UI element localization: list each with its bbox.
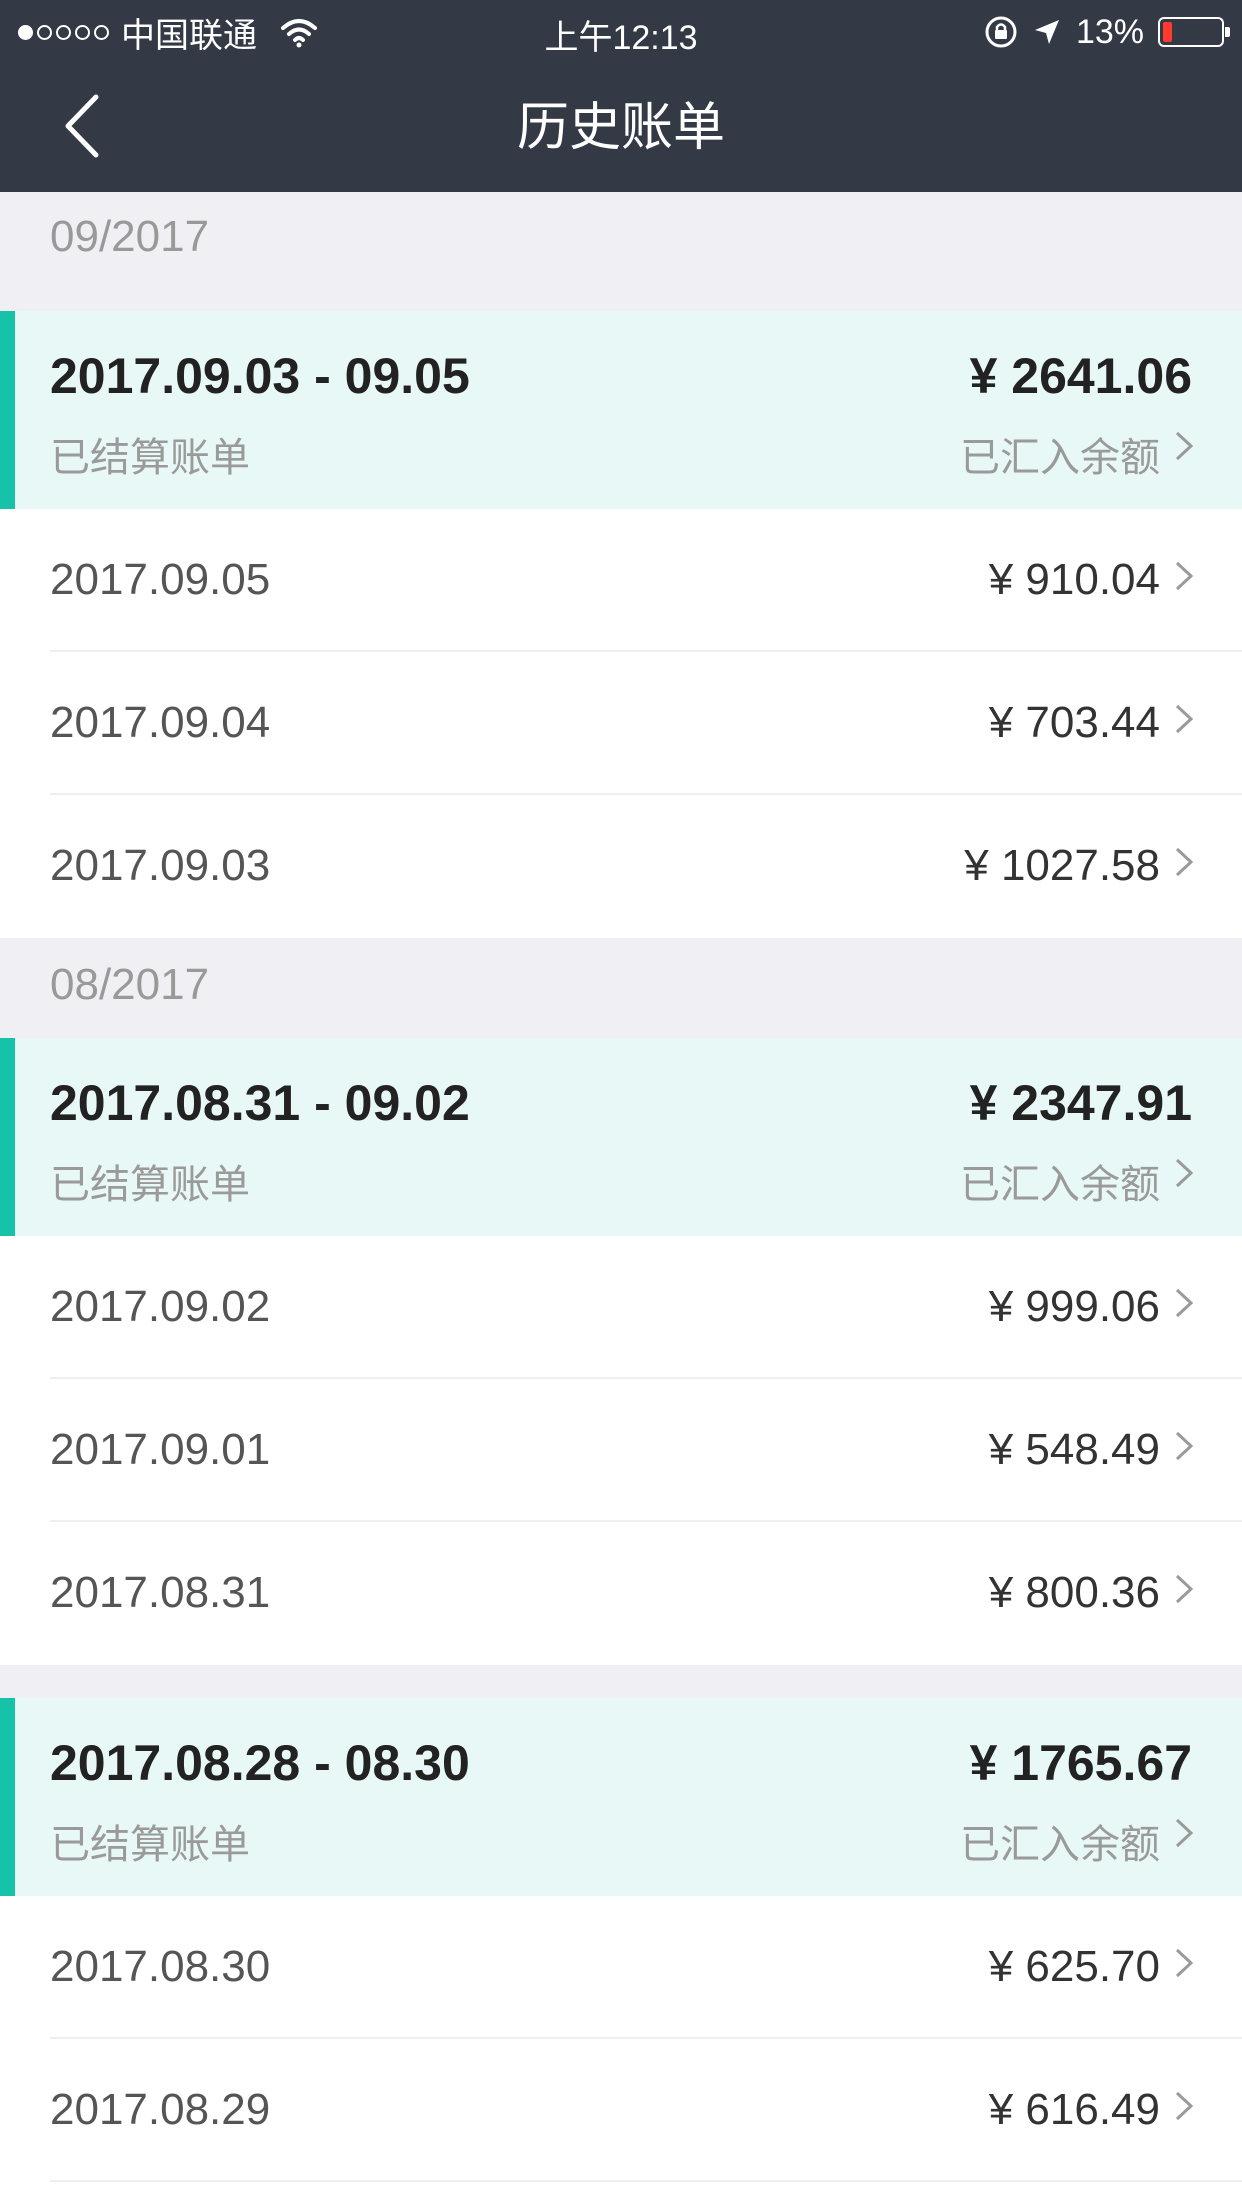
bill-total: ¥ 1765.67 xyxy=(969,1735,1192,1791)
bill-amount: ¥ 616.49 xyxy=(988,2085,1160,2134)
bill-amount: ¥ 999.06 xyxy=(988,1282,1160,1331)
bill-date: 2017.09.01 xyxy=(50,1425,271,1474)
bill-amount: ¥ 548.49 xyxy=(988,1425,1160,1474)
bill-note: 已汇入余额 xyxy=(960,436,1160,480)
bill-period: 2017.08.31 - 09.02 xyxy=(50,1075,470,1131)
daily-bill-row[interactable]: 2017.08.31 ¥ 800.36 xyxy=(0,1522,1242,1665)
chevron-right-icon xyxy=(1175,561,1194,591)
location-arrow-icon xyxy=(1034,20,1059,44)
bill-list: 09/2017 2017.09.03 - 09.05 已结算账单 ¥ 2641.… xyxy=(0,192,1242,2208)
bill-date: 2017.09.03 xyxy=(50,841,271,890)
bill-summary-row[interactable]: 2017.08.28 - 08.30 已结算账单 ¥ 1765.67 已汇入余额 xyxy=(0,1698,1242,1896)
bill-total: ¥ 2347.91 xyxy=(969,1075,1192,1131)
accent-bar xyxy=(0,311,15,509)
status-bar: 中国联通 上午12:13 13% xyxy=(0,0,1242,64)
daily-bill-row[interactable]: 2017.09.04 ¥ 703.44 xyxy=(0,652,1242,795)
chevron-right-icon xyxy=(1175,1288,1194,1318)
status-right: 13% xyxy=(984,10,1230,54)
daily-bill-row[interactable] xyxy=(0,2182,1242,2208)
section-gap xyxy=(0,1665,1242,1698)
orientation-lock-icon xyxy=(985,16,1017,48)
month-header: 08/2017 xyxy=(0,938,1242,1038)
chevron-right-icon xyxy=(1175,2091,1194,2121)
accent-bar xyxy=(0,1038,15,1236)
bill-summary-row[interactable]: 2017.09.03 - 09.05 已结算账单 ¥ 2641.06 已汇入余额 xyxy=(0,311,1242,509)
bill-note: 已汇入余额 xyxy=(960,1163,1160,1207)
chevron-right-icon xyxy=(1175,431,1194,461)
chevron-right-icon xyxy=(1175,1948,1194,1978)
top-bar: 中国联通 上午12:13 13% 历史账单 xyxy=(0,0,1242,192)
daily-bill-row[interactable]: 2017.09.05 ¥ 910.04 xyxy=(0,509,1242,652)
daily-bill-row[interactable]: 2017.09.01 ¥ 548.49 xyxy=(0,1379,1242,1522)
chevron-right-icon xyxy=(1175,847,1194,877)
bill-amount: ¥ 800.36 xyxy=(988,1568,1160,1617)
bill-date: 2017.09.04 xyxy=(50,698,271,747)
bill-period: 2017.09.03 - 09.05 xyxy=(50,348,470,404)
battery-icon xyxy=(1158,17,1230,47)
chevron-right-icon xyxy=(1175,1431,1194,1461)
bill-status: 已结算账单 xyxy=(50,436,250,480)
bill-note: 已汇入余额 xyxy=(960,1823,1160,1867)
bill-date: 2017.08.29 xyxy=(50,2085,271,2134)
bill-date: 2017.09.05 xyxy=(50,555,271,604)
daily-bill-row[interactable]: 2017.09.03 ¥ 1027.58 xyxy=(0,795,1242,938)
month-header: 09/2017 xyxy=(0,192,1242,311)
bill-amount: ¥ 910.04 xyxy=(988,555,1160,604)
daily-bill-row[interactable]: 2017.09.02 ¥ 999.06 xyxy=(0,1236,1242,1379)
bill-status: 已结算账单 xyxy=(50,1163,250,1207)
bill-amount: ¥ 703.44 xyxy=(988,698,1160,747)
bill-date: 2017.09.02 xyxy=(50,1282,271,1331)
bill-status: 已结算账单 xyxy=(50,1823,250,1867)
bill-date: 2017.08.30 xyxy=(50,1942,271,1991)
bill-amount: ¥ 1027.58 xyxy=(964,841,1160,890)
accent-bar xyxy=(0,1698,15,1896)
chevron-right-icon xyxy=(1175,704,1194,734)
page-title: 历史账单 xyxy=(516,99,725,157)
bill-date: 2017.08.31 xyxy=(50,1568,271,1617)
chevron-right-icon xyxy=(1175,1818,1194,1848)
bill-amount: ¥ 625.70 xyxy=(988,1942,1160,1991)
app-screen: 中国联通 上午12:13 13% 历史账单 09/2017 2017.09.03… xyxy=(0,0,1242,2208)
bill-total: ¥ 2641.06 xyxy=(969,348,1192,404)
bill-period: 2017.08.28 - 08.30 xyxy=(50,1735,470,1791)
nav-bar: 历史账单 xyxy=(0,64,1242,192)
chevron-right-icon xyxy=(1175,1158,1194,1188)
battery-percent: 13% xyxy=(1075,12,1144,51)
bill-summary-row[interactable]: 2017.08.31 - 09.02 已结算账单 ¥ 2347.91 已汇入余额 xyxy=(0,1038,1242,1236)
daily-bill-row[interactable]: 2017.08.29 ¥ 616.49 xyxy=(0,2039,1242,2182)
chevron-right-icon xyxy=(1175,1574,1194,1604)
daily-bill-row[interactable]: 2017.08.30 ¥ 625.70 xyxy=(0,1896,1242,2039)
